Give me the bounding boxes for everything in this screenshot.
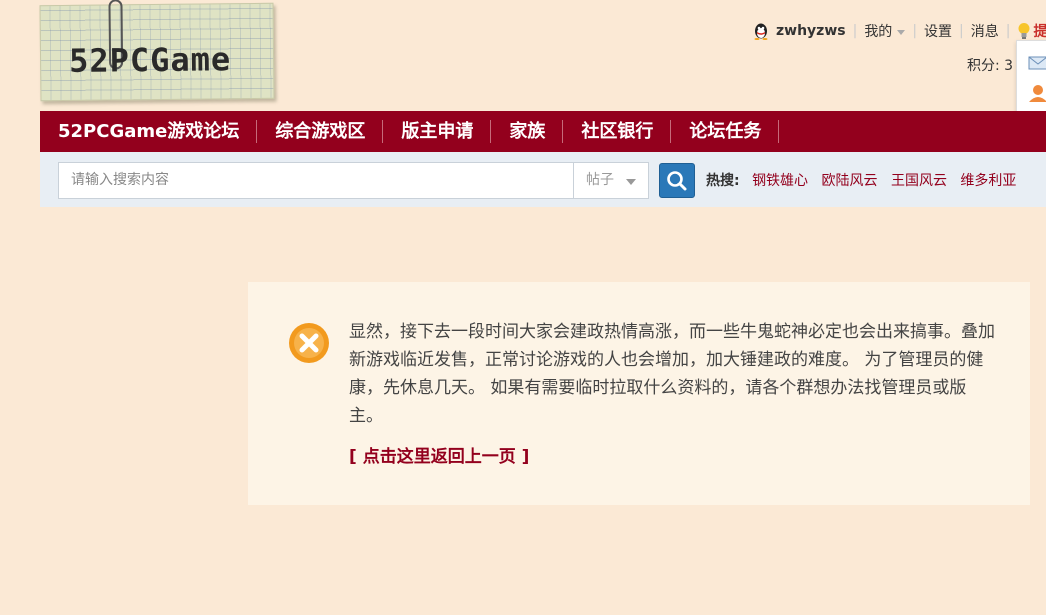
nav-item-forum-tasks[interactable]: 论坛任务 bbox=[671, 111, 780, 152]
hot-search-link[interactable]: 欧陆风云 bbox=[822, 173, 878, 189]
reminder-link[interactable]: 提 bbox=[1033, 21, 1046, 41]
username-link[interactable]: zwhyzws bbox=[776, 23, 846, 39]
logo-text: 52PCGame bbox=[68, 40, 232, 80]
search-input[interactable]: 请输入搜索内容 bbox=[58, 162, 574, 199]
profile-icon[interactable] bbox=[1028, 83, 1046, 103]
message-text: 显然，接下去一段时间大家会建政热情高涨，而一些牛鬼蛇神必定也会出来搞事。叠加新游… bbox=[349, 322, 995, 426]
search-icon bbox=[667, 171, 687, 191]
qq-penguin-icon bbox=[754, 23, 768, 40]
search-button[interactable] bbox=[659, 163, 695, 198]
mail-icon[interactable] bbox=[1028, 53, 1046, 73]
messages-link[interactable]: 消息 bbox=[971, 21, 999, 41]
search-type-value: 帖子 bbox=[586, 172, 614, 188]
nav-item-general-games[interactable]: 综合游戏区 bbox=[257, 111, 384, 152]
error-close-icon bbox=[289, 323, 329, 363]
settings-link[interactable]: 设置 bbox=[924, 21, 952, 41]
search-bar: 请输入搜索内容 帖子 热搜: 钢铁雄心 欧陆风云 王国风云 维多利亚 bbox=[40, 152, 1046, 207]
hot-search-link[interactable]: 王国风云 bbox=[891, 173, 947, 189]
chevron-down-icon bbox=[626, 179, 636, 185]
nav-item-forum-home[interactable]: 52PCGame游戏论坛 bbox=[40, 111, 258, 152]
error-message-box: 显然，接下去一段时间大家会建政热情高涨，而一些牛鬼蛇神必定也会出来搞事。叠加新游… bbox=[248, 282, 1030, 505]
search-type-select[interactable]: 帖子 bbox=[573, 162, 649, 199]
hot-search: 热搜: 钢铁雄心 欧陆风云 王国风云 维多利亚 bbox=[706, 170, 1025, 190]
divider: | bbox=[959, 23, 964, 39]
hot-search-label: 热搜: bbox=[706, 173, 740, 189]
my-menu-link[interactable]: 我的 bbox=[864, 21, 906, 41]
user-bar: zwhyzws | 我的 | 设置 | 消息 | 提 bbox=[752, 20, 1046, 42]
site-logo[interactable]: 52PCGame bbox=[39, 0, 275, 102]
main-nav: 52PCGame游戏论坛 综合游戏区 版主申请 家族 社区银行 论坛任务 bbox=[40, 111, 1046, 152]
nav-item-moderator-apply[interactable]: 版主申请 bbox=[383, 111, 492, 152]
divider: | bbox=[852, 23, 858, 39]
nav-item-community-bank[interactable]: 社区银行 bbox=[563, 111, 672, 152]
back-link[interactable]: [ 点击这里返回上一页 ] bbox=[349, 442, 529, 467]
hot-search-link[interactable]: 维多利亚 bbox=[960, 173, 1016, 189]
chevron-down-icon bbox=[897, 29, 906, 35]
my-menu-label: 我的 bbox=[864, 24, 893, 40]
lightbulb-icon bbox=[1018, 23, 1030, 39]
divider: | bbox=[1005, 23, 1011, 39]
hot-search-link[interactable]: 钢铁雄心 bbox=[752, 173, 808, 189]
nav-item-family[interactable]: 家族 bbox=[491, 111, 564, 152]
divider: | bbox=[912, 23, 918, 39]
score-text[interactable]: 积分: 3 bbox=[967, 55, 1013, 75]
